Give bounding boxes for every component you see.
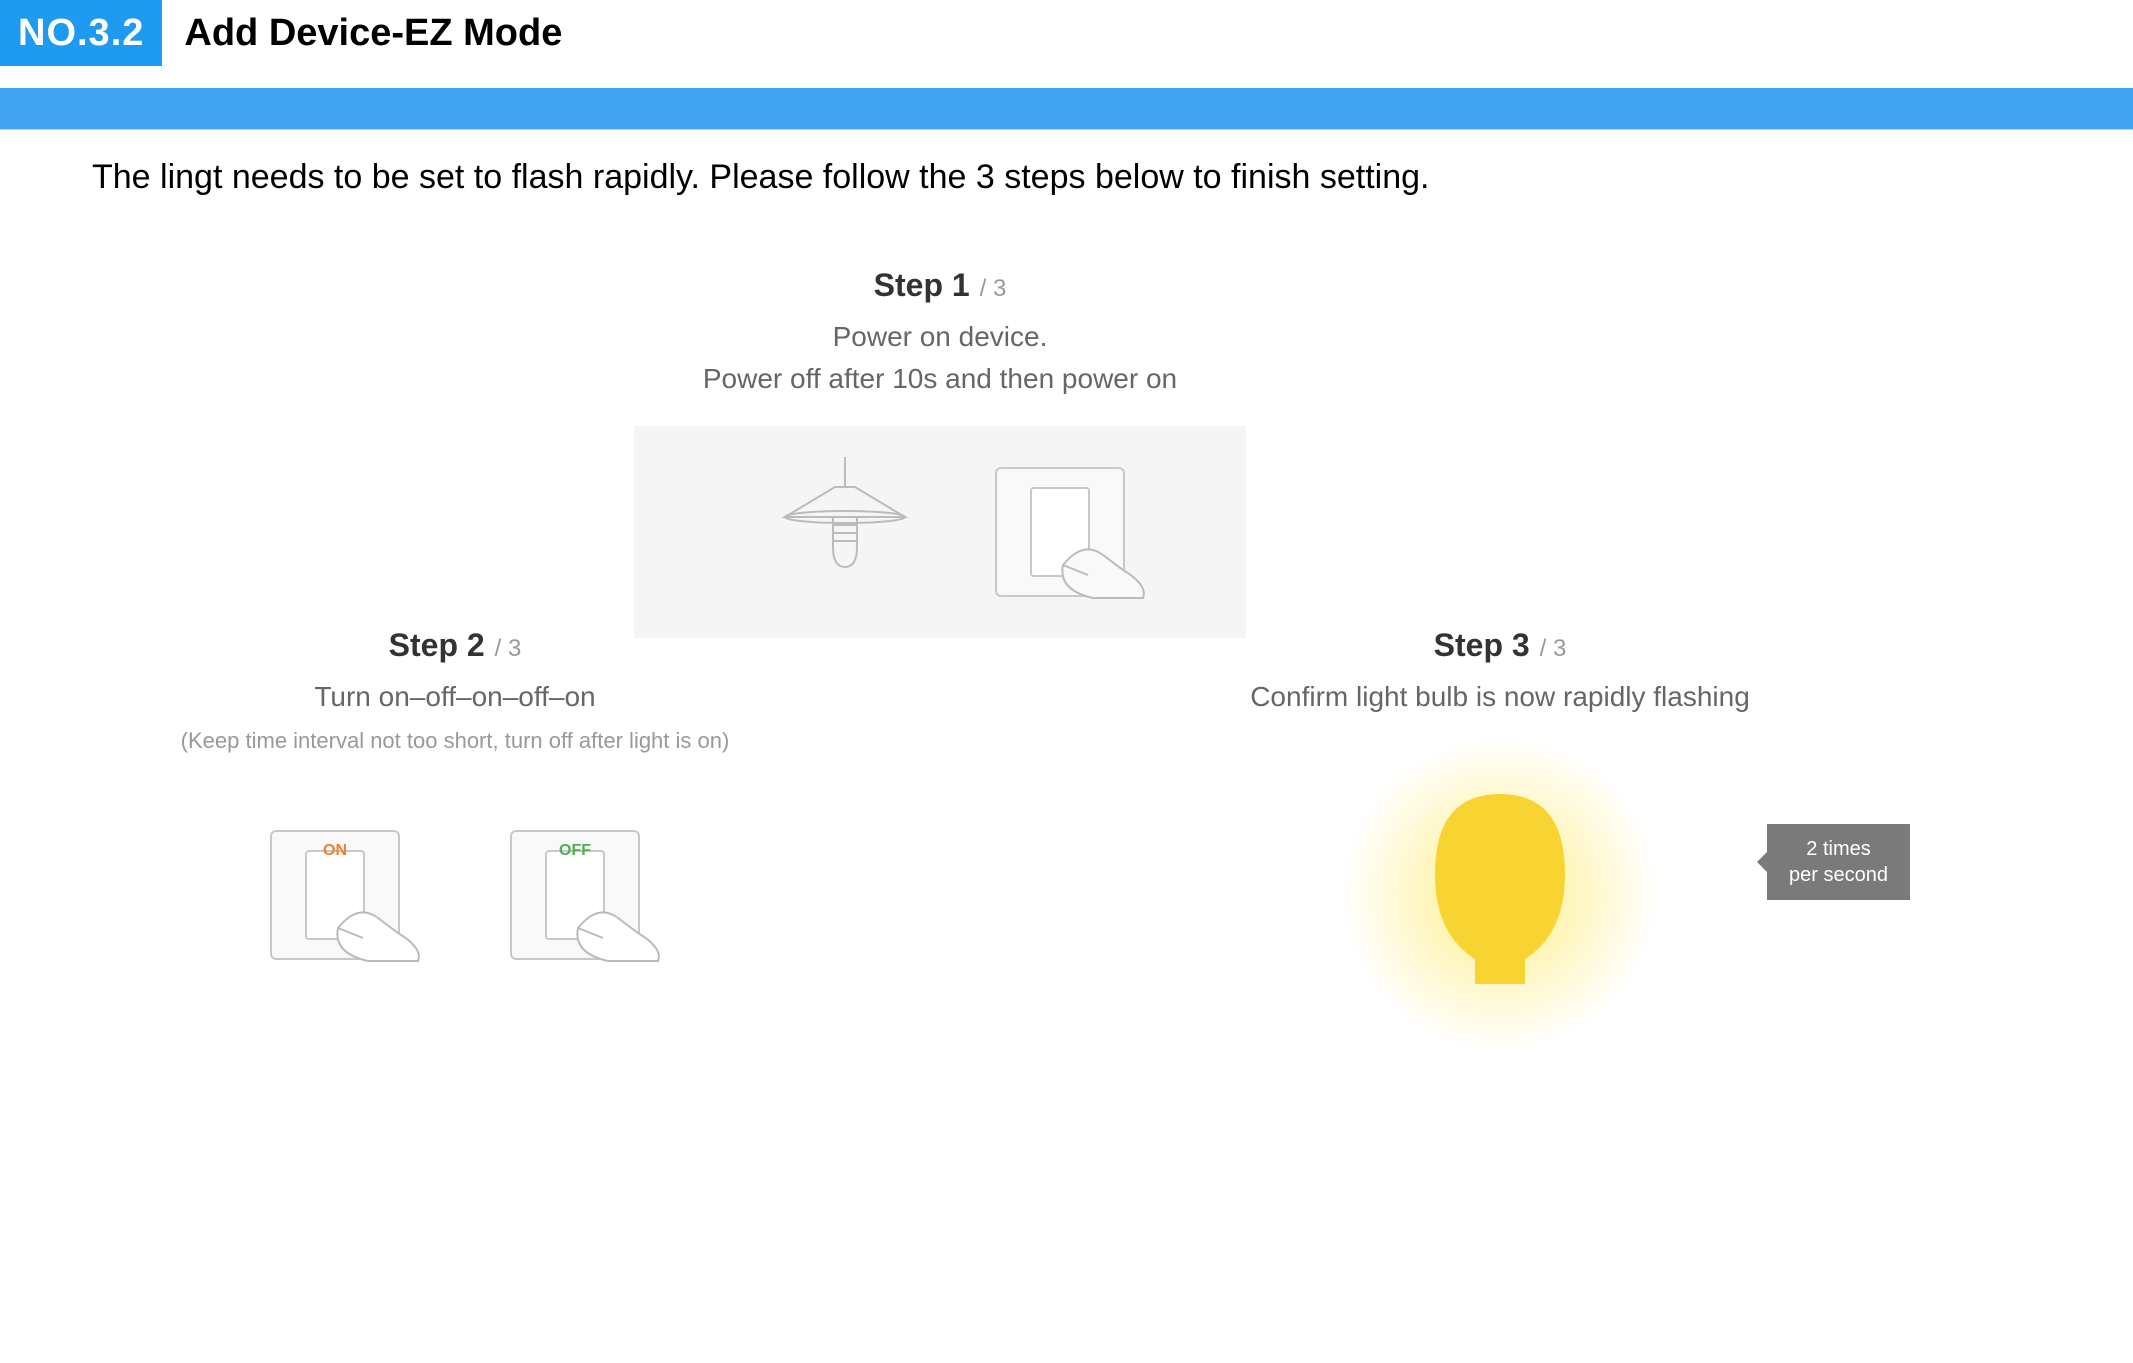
step-3-illustration: 2 times per second — [1090, 744, 1910, 1034]
step-2-counter: / 3 — [495, 635, 522, 663]
step-2-heading: Step 2 — [389, 627, 485, 664]
step-3-text: Confirm light bulb is now rapidly flashi… — [1090, 676, 1910, 718]
step-2-card: Step 2 / 3 Turn on–off–on–off–on (Keep t… — [75, 627, 835, 1000]
flash-rate-callout: 2 times per second — [1767, 824, 1910, 900]
section-header: NO.3.2 Add Device-EZ Mode — [0, 0, 2133, 66]
step-3-card: Step 3 / 3 Confirm light bulb is now rap… — [1090, 627, 1910, 1034]
switch-on-label: ON — [323, 842, 347, 860]
step-2-text: Turn on–off–on–off–on — [75, 676, 835, 718]
hand-icon — [1053, 530, 1153, 605]
intro-text: The lingt needs to be set to flash rapid… — [92, 158, 2133, 197]
switch-on-icon: ON — [270, 830, 400, 960]
step-2-note: (Keep time interval not too short, turn … — [75, 728, 835, 754]
step-3-heading: Step 3 — [1434, 627, 1530, 664]
callout-line1: 2 times — [1789, 836, 1888, 862]
lamp-icon — [755, 457, 935, 607]
section-title: Add Device-EZ Mode — [184, 0, 562, 66]
bulb-icon: 2 times per second — [1350, 774, 1650, 994]
step-1-text-line1: Power on device. — [640, 316, 1240, 358]
section-number-badge: NO.3.2 — [0, 0, 162, 66]
callout-line2: per second — [1789, 862, 1888, 888]
step-1-illustration — [634, 426, 1246, 638]
step-2-illustration: ON OFF — [75, 780, 835, 1000]
switch-off-icon: OFF — [510, 830, 640, 960]
hand-icon — [568, 893, 668, 968]
step-1-card: Step 1 / 3 Power on device. Power off af… — [640, 267, 1240, 638]
divider-bar — [0, 88, 2133, 130]
steps-area: Step 1 / 3 Power on device. Power off af… — [0, 197, 2133, 1297]
switch-icon — [995, 467, 1125, 597]
step-1-heading: Step 1 — [874, 267, 970, 304]
step-3-counter: / 3 — [1540, 635, 1567, 663]
step-1-text-line2: Power off after 10s and then power on — [640, 358, 1240, 400]
hand-icon — [328, 893, 428, 968]
step-1-counter: / 3 — [980, 275, 1007, 303]
switch-off-label: OFF — [559, 842, 591, 860]
